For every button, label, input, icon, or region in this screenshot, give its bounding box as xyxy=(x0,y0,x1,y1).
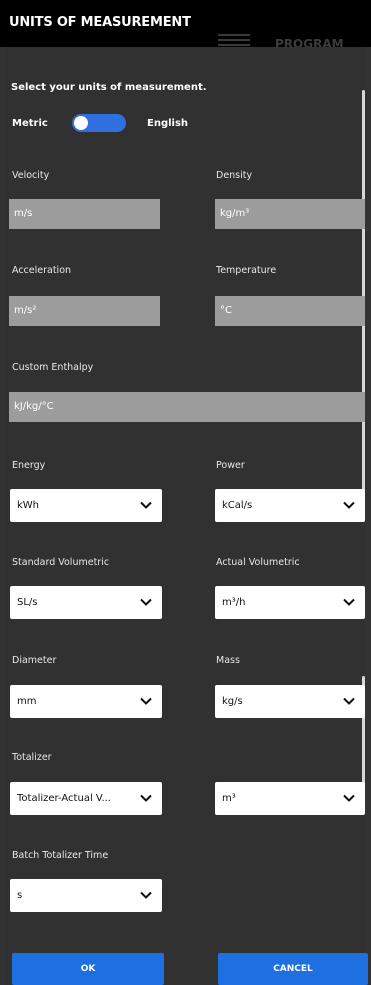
totalizer-label: Totalizer xyxy=(12,752,52,763)
power-value: kCal/s xyxy=(222,500,253,511)
acceleration-label: Acceleration xyxy=(12,265,72,276)
instruction-text: Select your units of measurement. xyxy=(11,82,207,93)
metric-label: Metric xyxy=(12,118,48,129)
chevron-down-icon xyxy=(343,697,355,705)
batch-totalizer-time-label: Batch Totalizer Time xyxy=(12,850,109,861)
totalizer-unit-value: m³ xyxy=(222,793,236,804)
chevron-down-icon xyxy=(140,697,152,705)
english-label: English xyxy=(147,118,189,129)
ok-button[interactable]: OK xyxy=(12,953,164,985)
chevron-down-icon xyxy=(140,501,152,509)
velocity-label: Velocity xyxy=(12,170,50,181)
batch-totalizer-time-dropdown[interactable]: s xyxy=(10,879,162,912)
totalizer-unit-dropdown[interactable]: m³ xyxy=(215,782,365,815)
chevron-down-icon xyxy=(140,598,152,606)
title-bar: UNITS OF MEASUREMENT PROGRAM xyxy=(0,0,371,51)
chevron-down-icon xyxy=(343,794,355,802)
mass-label: Mass xyxy=(216,655,240,666)
chevron-down-icon xyxy=(343,598,355,606)
chevron-down-icon xyxy=(343,501,355,509)
standard-volumetric-label: Standard Volumetric xyxy=(12,557,110,568)
diameter-dropdown[interactable]: mm xyxy=(10,685,162,718)
mass-value: kg/s xyxy=(222,696,243,707)
diameter-value: mm xyxy=(17,696,37,707)
density-field: kg/m³ xyxy=(215,199,365,229)
temperature-field: °C xyxy=(215,296,365,326)
acceleration-field: m/s² xyxy=(9,296,160,326)
totalizer-value: Totalizer-Actual V... xyxy=(17,793,111,804)
cancel-button[interactable]: CANCEL xyxy=(218,953,368,985)
custom-enthalpy-label: Custom Enthalpy xyxy=(12,362,94,373)
diameter-label: Diameter xyxy=(12,655,57,666)
mass-dropdown[interactable]: kg/s xyxy=(215,685,365,718)
power-label: Power xyxy=(216,460,245,471)
standard-volumetric-value: SL/s xyxy=(17,597,38,608)
actual-volumetric-value: m³/h xyxy=(222,597,246,608)
energy-label: Energy xyxy=(12,460,46,471)
actual-volumetric-dropdown[interactable]: m³/h xyxy=(215,586,365,619)
batch-totalizer-time-value: s xyxy=(17,890,23,901)
chevron-down-icon xyxy=(140,891,152,899)
hamburger-menu-icon xyxy=(218,34,250,46)
temperature-label: Temperature xyxy=(216,265,277,276)
unit-system-toggle[interactable] xyxy=(72,114,126,132)
power-dropdown[interactable]: kCal/s xyxy=(215,489,365,522)
standard-volumetric-dropdown[interactable]: SL/s xyxy=(10,586,162,619)
actual-volumetric-label: Actual Volumetric xyxy=(216,557,300,568)
energy-value: kWh xyxy=(17,500,40,511)
energy-dropdown[interactable]: kWh xyxy=(10,489,162,522)
totalizer-dropdown[interactable]: Totalizer-Actual V... xyxy=(10,782,162,815)
custom-enthalpy-field: kJ/kg/°C xyxy=(9,392,365,422)
velocity-field: m/s xyxy=(9,199,160,229)
toggle-knob xyxy=(74,116,88,130)
page-title: UNITS OF MEASUREMENT xyxy=(9,15,191,30)
density-label: Density xyxy=(216,170,253,181)
chevron-down-icon xyxy=(140,794,152,802)
